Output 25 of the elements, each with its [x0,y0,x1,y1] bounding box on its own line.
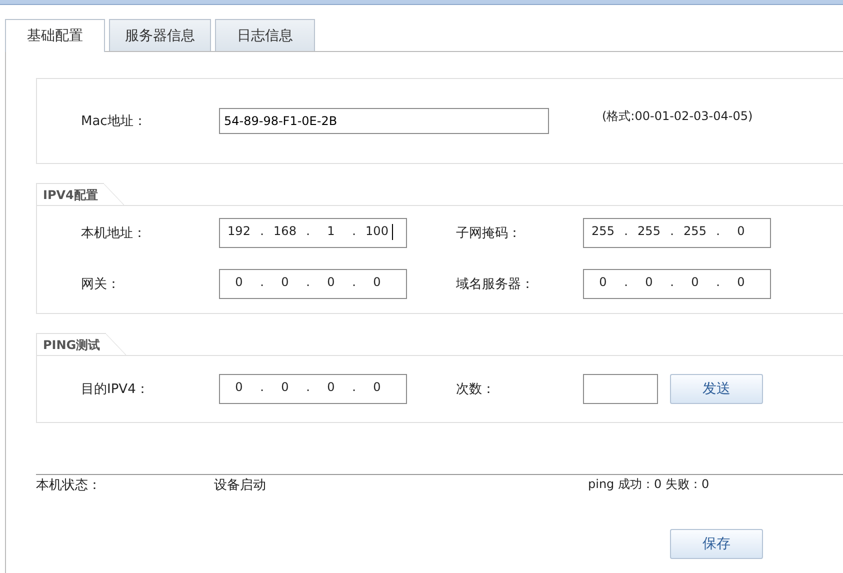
section-title: PING测试 [36,333,106,355]
field-label: Mac地址： [81,113,148,130]
save-button[interactable]: 保存 [670,529,763,559]
ip-address-field[interactable]: 192 . 168 . 1 . 100 [219,218,407,248]
ip-address-field[interactable]: 0 . 0 . 0 . 0 [219,269,407,299]
field-label: 本机地址： [81,225,147,242]
status-value: 设备启动 [214,477,267,494]
tab[interactable]: 基础配置 [5,19,105,52]
section-title: IPV4配置 [36,183,104,205]
tab[interactable]: 服务器信息 [109,19,211,51]
field-label: 子网掩码： [456,225,522,242]
ip-address-field[interactable]: 0 . 0 . 0 . 0 [219,374,407,404]
format-hint: (格式:00-01-02-03-04-05) [602,108,753,124]
ping-result: ping 成功：0 失败：0 [588,476,710,493]
field-label: 网关： [81,276,121,293]
field-label: 次数： [456,381,496,398]
ip-address-field[interactable]: 255 . 255 . 255 . 0 [583,218,771,248]
mac-address-field[interactable]: 54-89-98-F1-0E-2B [219,108,549,134]
send-button[interactable]: 发送 [670,374,763,404]
field-label: 域名服务器： [456,276,535,293]
tab[interactable]: 日志信息 [215,19,315,51]
count-field[interactable] [583,374,658,404]
field-label: 目的IPV4： [81,381,150,398]
ip-address-field[interactable]: 0 . 0 . 0 . 0 [583,269,771,299]
status-label: 本机状态： [36,477,102,494]
